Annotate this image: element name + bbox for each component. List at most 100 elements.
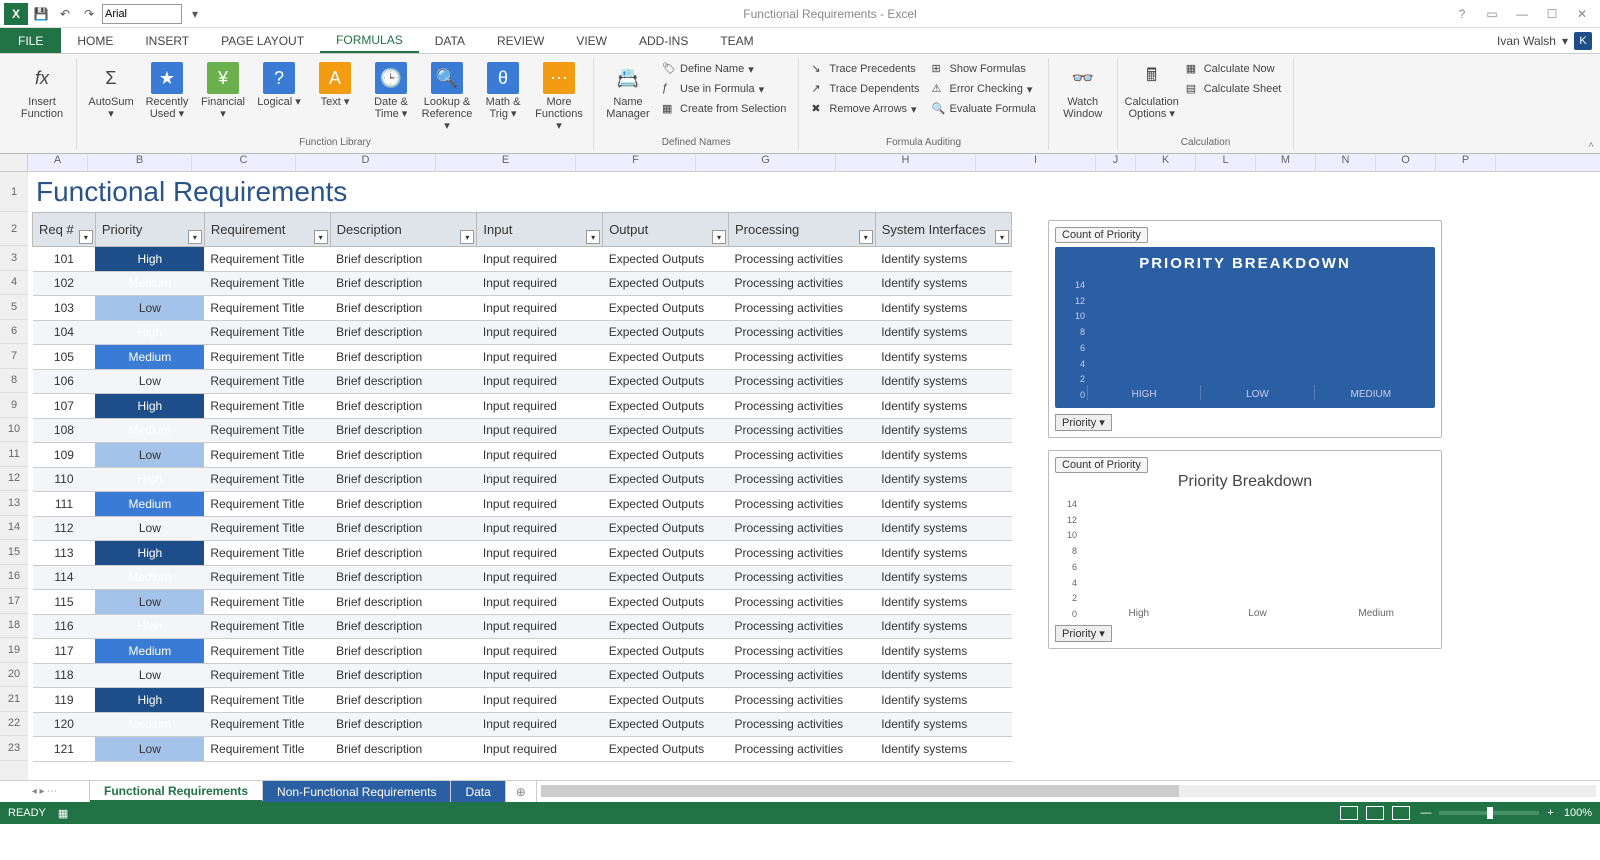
cell-description[interactable]: Brief description (330, 394, 477, 419)
cell-description[interactable]: Brief description (330, 271, 477, 296)
cell-input[interactable]: Input required (477, 688, 603, 713)
cell-processing[interactable]: Processing activities (728, 271, 875, 296)
cell-priority[interactable]: Medium (95, 639, 204, 664)
cell-input[interactable]: Input required (477, 320, 603, 345)
minimize-icon[interactable]: — (1510, 7, 1534, 21)
cell-description[interactable]: Brief description (330, 492, 477, 517)
cell-requirement[interactable]: Requirement Title (204, 320, 330, 345)
table-row[interactable]: 115LowRequirement TitleBrief description… (33, 590, 1012, 615)
cell-description[interactable]: Brief description (330, 443, 477, 468)
cell-input[interactable]: Input required (477, 663, 603, 688)
sheet-nav-arrows[interactable]: ◂ ▸ ⋯ (0, 781, 90, 802)
cell-processing[interactable]: Processing activities (728, 467, 875, 492)
cell-priority[interactable]: Medium (95, 418, 204, 443)
column-header-H[interactable]: H (836, 154, 976, 171)
cell-output[interactable]: Expected Outputs (603, 247, 729, 272)
cell-output[interactable]: Expected Outputs (603, 737, 729, 762)
row-header-9[interactable]: 9 (0, 393, 28, 418)
row-header-8[interactable]: 8 (0, 369, 28, 394)
cell-priority[interactable]: Medium (95, 712, 204, 737)
cell-req[interactable]: 103 (33, 296, 96, 321)
cell-processing[interactable]: Processing activities (728, 394, 875, 419)
cell-input[interactable]: Input required (477, 614, 603, 639)
cell-req[interactable]: 101 (33, 247, 96, 272)
ribbon-tab-data[interactable]: DATA (419, 28, 481, 53)
recently-used-button[interactable]: ★Recently Used ▾ (141, 58, 193, 124)
zoom-in-icon[interactable]: + (1547, 807, 1553, 819)
cell-system[interactable]: Identify systems (875, 712, 1011, 737)
cell-priority[interactable]: High (95, 614, 204, 639)
help-icon[interactable]: ? (1450, 7, 1474, 21)
cell-req[interactable]: 106 (33, 369, 96, 394)
table-row[interactable]: 109LowRequirement TitleBrief description… (33, 443, 1012, 468)
cell-system[interactable]: Identify systems (875, 369, 1011, 394)
cell-priority[interactable]: Low (95, 443, 204, 468)
cell-priority[interactable]: High (95, 394, 204, 419)
cell-priority[interactable]: High (95, 467, 204, 492)
excel-icon[interactable]: X (4, 3, 28, 25)
column-header-C[interactable]: C (192, 154, 296, 171)
filter-dropdown-icon[interactable]: ▾ (460, 230, 474, 244)
cell-description[interactable]: Brief description (330, 467, 477, 492)
cell-requirement[interactable]: Requirement Title (204, 345, 330, 370)
table-row[interactable]: 111MediumRequirement TitleBrief descript… (33, 492, 1012, 517)
cell-description[interactable]: Brief description (330, 418, 477, 443)
create-from-selection-button[interactable]: ▦Create from Selection (658, 100, 790, 118)
cell-system[interactable]: Identify systems (875, 345, 1011, 370)
remove-arrows-button[interactable]: ✖Remove Arrows ▾ (807, 100, 923, 118)
cell-priority[interactable]: High (95, 688, 204, 713)
cell-system[interactable]: Identify systems (875, 565, 1011, 590)
ribbon-tab-formulas[interactable]: FORMULAS (320, 28, 419, 53)
table-row[interactable]: 107HighRequirement TitleBrief descriptio… (33, 394, 1012, 419)
cell-req[interactable]: 118 (33, 663, 96, 688)
ribbon-tab-team[interactable]: TEAM (704, 28, 769, 53)
cell-processing[interactable]: Processing activities (728, 712, 875, 737)
column-header-P[interactable]: P (1436, 154, 1496, 171)
cell-req[interactable]: 117 (33, 639, 96, 664)
cell-priority[interactable]: High (95, 247, 204, 272)
page-break-view-icon[interactable] (1392, 806, 1410, 820)
row-header-21[interactable]: 21 (0, 687, 28, 712)
insert-function-button[interactable]: fx Insert Function (16, 58, 68, 124)
table-row[interactable]: 116HighRequirement TitleBrief descriptio… (33, 614, 1012, 639)
column-header-input[interactable]: Input▾ (477, 213, 603, 247)
cell-output[interactable]: Expected Outputs (603, 639, 729, 664)
table-row[interactable]: 104HighRequirement TitleBrief descriptio… (33, 320, 1012, 345)
column-header-K[interactable]: K (1136, 154, 1196, 171)
undo-icon[interactable]: ↶ (54, 3, 76, 25)
cell-system[interactable]: Identify systems (875, 688, 1011, 713)
filter-dropdown-icon[interactable]: ▾ (314, 230, 328, 244)
row-header-1[interactable]: 1 (0, 172, 28, 212)
table-row[interactable]: 121LowRequirement TitleBrief description… (33, 737, 1012, 762)
cell-output[interactable]: Expected Outputs (603, 590, 729, 615)
cell-priority[interactable]: Medium (95, 345, 204, 370)
cell-priority[interactable]: Low (95, 296, 204, 321)
zoom-level[interactable]: 100% (1564, 807, 1592, 819)
table-row[interactable]: 105MediumRequirement TitleBrief descript… (33, 345, 1012, 370)
cell-priority[interactable]: Medium (95, 492, 204, 517)
cell-description[interactable]: Brief description (330, 369, 477, 394)
cell-output[interactable]: Expected Outputs (603, 369, 729, 394)
autosum-button[interactable]: ΣAutoSum ▾ (85, 58, 137, 124)
maximize-icon[interactable]: ☐ (1540, 7, 1564, 21)
cell-description[interactable]: Brief description (330, 688, 477, 713)
cell-system[interactable]: Identify systems (875, 541, 1011, 566)
cell-description[interactable]: Brief description (330, 737, 477, 762)
cell-input[interactable]: Input required (477, 639, 603, 664)
row-header-5[interactable]: 5 (0, 295, 28, 320)
cell-req[interactable]: 105 (33, 345, 96, 370)
cell-req[interactable]: 121 (33, 737, 96, 762)
column-header-G[interactable]: G (696, 154, 836, 171)
cell-output[interactable]: Expected Outputs (603, 271, 729, 296)
cell-description[interactable]: Brief description (330, 541, 477, 566)
cell-requirement[interactable]: Requirement Title (204, 492, 330, 517)
cell-req[interactable]: 104 (33, 320, 96, 345)
name-manager-button[interactable]: 📇 Name Manager (602, 58, 654, 124)
ribbon-tab-add-ins[interactable]: ADD-INS (623, 28, 704, 53)
cell-processing[interactable]: Processing activities (728, 345, 875, 370)
column-header-D[interactable]: D (296, 154, 436, 171)
column-header-F[interactable]: F (576, 154, 696, 171)
cell-system[interactable]: Identify systems (875, 467, 1011, 492)
ribbon-tab-view[interactable]: VIEW (560, 28, 623, 53)
column-header-M[interactable]: M (1256, 154, 1316, 171)
